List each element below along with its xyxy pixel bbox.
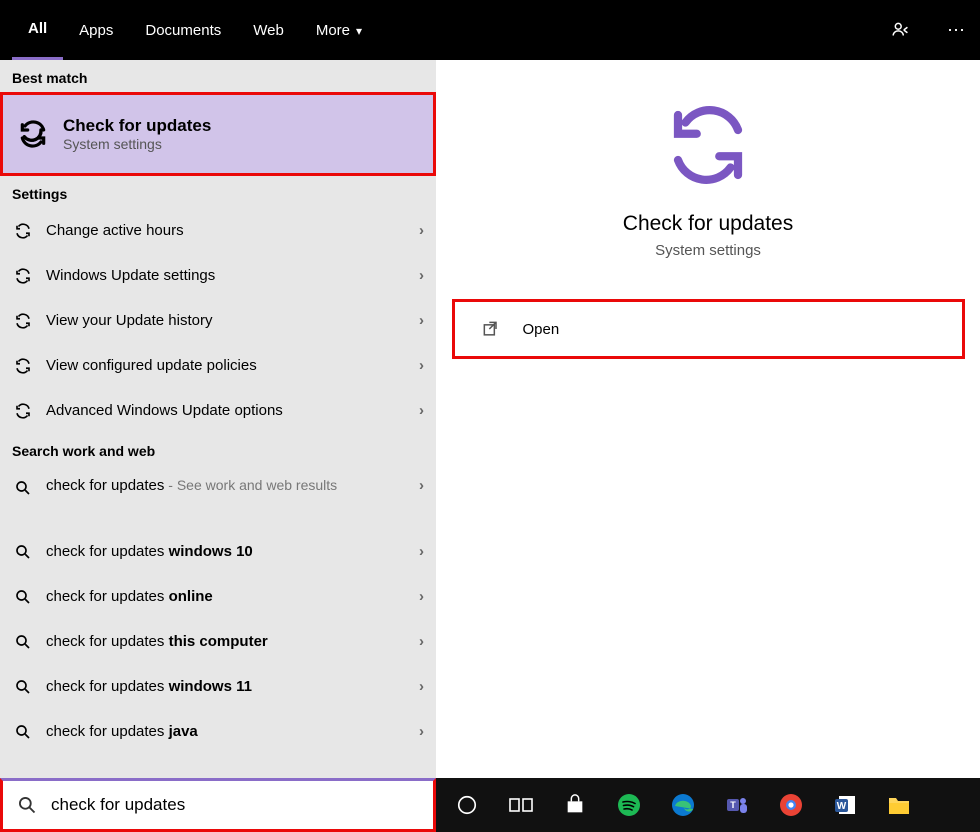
- refresh-icon: [12, 267, 34, 285]
- chevron-right-icon: ›: [419, 678, 424, 695]
- cortana-icon[interactable]: [454, 792, 480, 818]
- best-match-title: Check for updates: [63, 116, 211, 136]
- settings-item-update-policies[interactable]: View configured update policies ›: [0, 343, 436, 388]
- chevron-right-icon: ›: [419, 633, 424, 650]
- settings-item-label: View your Update history: [46, 312, 419, 329]
- search-icon: [12, 543, 34, 561]
- settings-item-label: Change active hours: [46, 222, 419, 239]
- tab-all[interactable]: All: [12, 0, 63, 60]
- search-icon: [12, 723, 34, 741]
- refresh-icon: [12, 222, 34, 240]
- svg-text:W: W: [837, 801, 847, 812]
- more-options-icon[interactable]: ⋯: [942, 20, 970, 41]
- svg-text:T: T: [730, 800, 736, 810]
- chevron-right-icon: ›: [419, 267, 424, 284]
- refresh-icon: [12, 312, 34, 330]
- search-icon: [17, 795, 37, 815]
- chevron-right-icon: ›: [419, 723, 424, 740]
- web-result-java[interactable]: check for updates java ›: [0, 709, 436, 754]
- best-match-header: Best match: [0, 60, 436, 92]
- settings-item-advanced-update[interactable]: Advanced Windows Update options ›: [0, 388, 436, 433]
- open-external-icon: [481, 319, 501, 339]
- tab-documents[interactable]: Documents: [129, 0, 237, 60]
- preview-title: Check for updates: [623, 212, 793, 236]
- web-result-label: check for updates - See work and web res…: [46, 477, 419, 494]
- task-view-icon[interactable]: [508, 792, 534, 818]
- edge-icon[interactable]: [670, 792, 696, 818]
- tab-more-label: More: [316, 22, 350, 39]
- web-result-online[interactable]: check for updates online ›: [0, 574, 436, 619]
- chevron-right-icon: ›: [419, 222, 424, 239]
- settings-header: Settings: [0, 176, 436, 208]
- web-result-label: check for updates this computer: [46, 633, 419, 650]
- search-icon: [12, 588, 34, 606]
- tab-apps[interactable]: Apps: [63, 0, 129, 60]
- word-icon[interactable]: W: [832, 792, 858, 818]
- chevron-right-icon: ›: [419, 312, 424, 329]
- refresh-icon: [663, 100, 753, 190]
- web-result-windows11[interactable]: check for updates windows 11 ›: [0, 664, 436, 709]
- settings-item-active-hours[interactable]: Change active hours ›: [0, 208, 436, 253]
- teams-icon[interactable]: T: [724, 792, 750, 818]
- settings-item-label: View configured update policies: [46, 357, 419, 374]
- tab-web[interactable]: Web: [237, 0, 300, 60]
- search-input[interactable]: [51, 795, 419, 815]
- settings-item-windows-update[interactable]: Windows Update settings ›: [0, 253, 436, 298]
- search-icon: [12, 633, 34, 651]
- feedback-icon[interactable]: [890, 19, 918, 41]
- chevron-right-icon: ›: [419, 357, 424, 374]
- spotify-icon[interactable]: [616, 792, 642, 818]
- scope-tabs: All Apps Documents Web More ▾: [12, 0, 378, 60]
- refresh-icon: [12, 402, 34, 420]
- store-icon[interactable]: [562, 792, 588, 818]
- web-result-windows10[interactable]: check for updates windows 10 ›: [0, 529, 436, 574]
- web-result-label: check for updates java: [46, 723, 419, 740]
- chrome-icon[interactable]: [778, 792, 804, 818]
- open-button[interactable]: Open: [452, 299, 965, 359]
- result-preview-pane: Check for updates System settings Open: [436, 60, 980, 778]
- search-icon: [12, 678, 34, 696]
- web-result-label: check for updates online: [46, 588, 419, 605]
- taskbar: T W: [436, 778, 980, 832]
- web-result-label: check for updates windows 11: [46, 678, 419, 695]
- file-explorer-icon[interactable]: [886, 792, 912, 818]
- results-left-column: Best match Check for updates System sett…: [0, 60, 436, 778]
- search-results-panel: Best match Check for updates System sett…: [0, 60, 980, 778]
- chevron-right-icon: ›: [419, 402, 424, 419]
- chevron-right-icon: ›: [419, 588, 424, 605]
- refresh-icon: [17, 118, 49, 150]
- bottom-bar: T W: [0, 778, 980, 832]
- search-icon: [12, 479, 34, 497]
- chevron-right-icon: ›: [419, 477, 424, 494]
- best-match-subtitle: System settings: [63, 136, 211, 152]
- web-result-label: check for updates windows 10: [46, 543, 419, 560]
- search-topbar: All Apps Documents Web More ▾ ⋯: [0, 0, 980, 60]
- chevron-right-icon: ›: [419, 543, 424, 560]
- web-results-header: Search work and web: [0, 433, 436, 465]
- refresh-icon: [12, 357, 34, 375]
- preview-subtitle: System settings: [655, 242, 761, 259]
- tab-more[interactable]: More ▾: [300, 0, 378, 60]
- search-box[interactable]: [0, 778, 436, 832]
- settings-item-update-history[interactable]: View your Update history ›: [0, 298, 436, 343]
- web-result-thiscomputer[interactable]: check for updates this computer ›: [0, 619, 436, 664]
- web-result-workweb[interactable]: check for updates - See work and web res…: [0, 465, 436, 529]
- settings-item-label: Advanced Windows Update options: [46, 402, 419, 419]
- chevron-down-icon: ▾: [356, 24, 362, 38]
- best-match-result[interactable]: Check for updates System settings: [0, 92, 436, 176]
- settings-item-label: Windows Update settings: [46, 267, 419, 284]
- open-label: Open: [523, 321, 560, 338]
